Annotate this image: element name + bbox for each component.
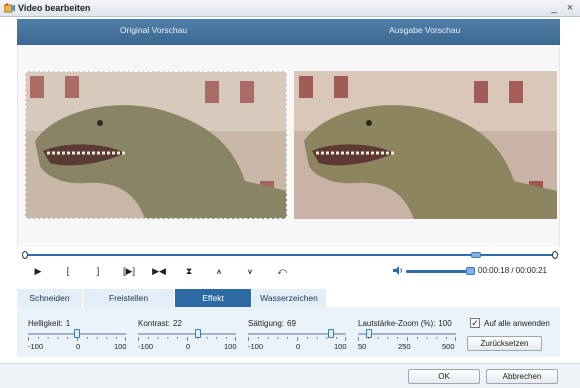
- tab-freistellen[interactable]: Freistellen: [83, 289, 175, 307]
- brightness-value: 1: [65, 319, 71, 328]
- flip-vertical-button[interactable]: ⩚: [211, 265, 227, 277]
- dialog-footer: OK Abbrechen: [0, 363, 580, 388]
- title-bar: Video bearbeiten _ ×: [0, 0, 580, 17]
- volume-slider[interactable]: [406, 270, 468, 273]
- preview-header: Original Vorschau Ausgabe Vorschau: [17, 19, 560, 45]
- time-display: 00:00:18 / 00:00:21: [478, 266, 547, 275]
- original-preview-label: Original Vorschau: [120, 25, 188, 35]
- window-title: Video bearbeiten: [18, 3, 91, 13]
- close-button[interactable]: ×: [563, 1, 577, 15]
- output-video: [294, 71, 557, 219]
- playhead[interactable]: [470, 252, 481, 258]
- saturation-value: 69: [287, 319, 296, 328]
- speaker-icon[interactable]: [393, 265, 403, 276]
- apply-all-label: Auf alle anwenden: [484, 319, 550, 328]
- ok-button[interactable]: OK: [408, 369, 480, 384]
- saturation-label: Sättigung: 69: [248, 319, 296, 328]
- play-segment-button[interactable]: [▶]: [120, 265, 138, 277]
- next-frame-button[interactable]: ▶◀: [151, 265, 167, 277]
- contrast-slider[interactable]: [138, 333, 236, 335]
- contrast-label: Kontrast: 22: [138, 319, 182, 328]
- split-button[interactable]: ⧗: [181, 265, 197, 277]
- timeline-start-handle[interactable]: [22, 251, 28, 259]
- edit-tabs: Schneiden Freistellen Effekt Wasserzeich…: [17, 289, 560, 307]
- output-preview-label: Ausgabe Vorschau: [389, 25, 461, 35]
- brightness-ticks: [28, 337, 126, 341]
- apply-all-checkbox[interactable]: ✓: [470, 318, 480, 328]
- minimize-button[interactable]: _: [547, 1, 561, 15]
- reset-button[interactable]: Zurücksetzen: [467, 336, 542, 351]
- mark-out-button[interactable]: ]: [90, 265, 106, 277]
- playback-controls: ▶ [ ] [▶] ▶◀ ⧗ ⩚ ⩛ ⤺ 00:00:18 / 00:00:21: [0, 261, 580, 281]
- volume-zoom-slider[interactable]: [358, 333, 456, 335]
- volume-zoom-ticks: [358, 337, 456, 341]
- original-video: [25, 71, 287, 219]
- play-button[interactable]: ▶: [30, 265, 46, 277]
- volume-handle[interactable]: [466, 267, 475, 275]
- timeline-slider[interactable]: [22, 251, 558, 259]
- contrast-ticks: [138, 337, 236, 341]
- volume-zoom-label: Lautstärke-Zoom (%): 100: [358, 319, 452, 328]
- rotate-button[interactable]: ⤺: [274, 265, 290, 277]
- preview-area: [17, 45, 560, 247]
- volume-zoom-value: 100: [438, 319, 452, 328]
- timeline-end-handle[interactable]: [552, 251, 558, 259]
- mark-in-button[interactable]: [: [60, 265, 76, 277]
- video-edit-icon: [4, 3, 15, 13]
- contrast-value: 22: [173, 319, 182, 328]
- saturation-ticks: [248, 337, 346, 341]
- brightness-label: Helligkeit: 1: [28, 319, 71, 328]
- tab-effekt[interactable]: Effekt: [175, 289, 252, 307]
- tab-schneiden[interactable]: Schneiden: [17, 289, 83, 307]
- cancel-button[interactable]: Abbrechen: [486, 369, 558, 384]
- tab-wasserzeichen[interactable]: Wasserzeichen: [252, 289, 327, 307]
- flip-horizontal-button[interactable]: ⩛: [242, 265, 258, 277]
